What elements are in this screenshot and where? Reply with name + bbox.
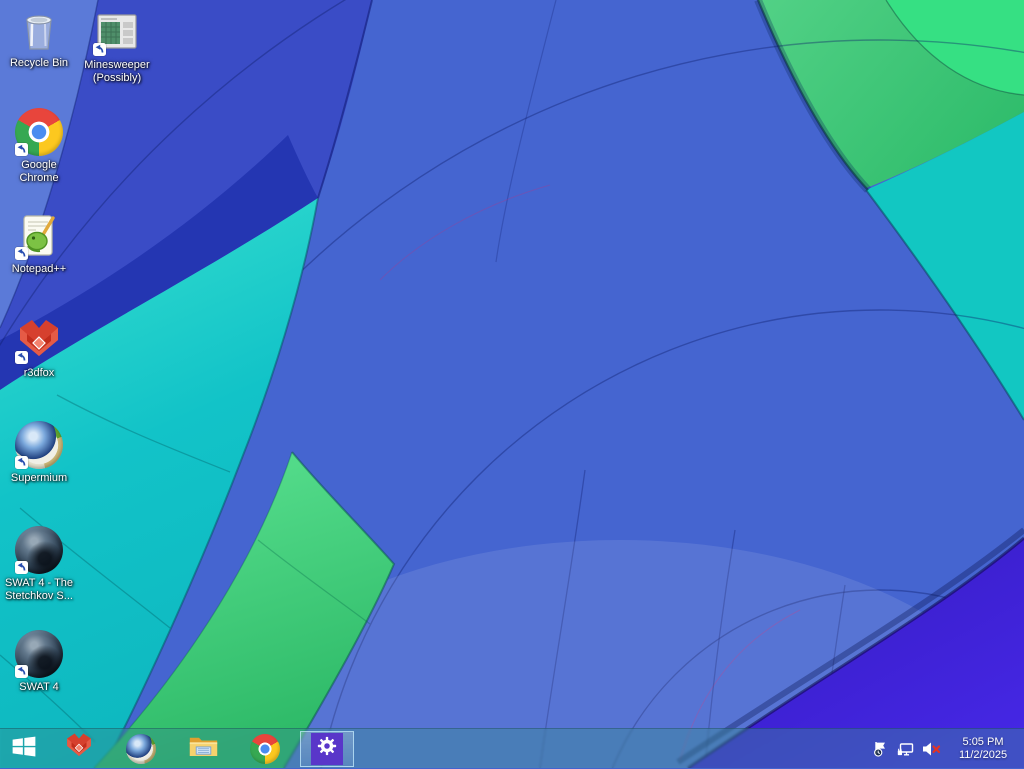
desktop-icon-google-chrome[interactable]: Google Chrome (0, 108, 78, 185)
desktop-icon-recycle-bin[interactable]: Recycle Bin (0, 6, 78, 70)
swat4-stetchkov-icon (15, 526, 63, 574)
supermium-icon (15, 421, 63, 469)
gear-icon (316, 735, 338, 762)
network-icon[interactable] (896, 738, 916, 760)
desktop-icon-label: SWAT 4 - The Stetchkov S... (4, 577, 74, 602)
windows-desktop: { "desktop": { "icons": [ {"name": "recy… (0, 0, 1024, 768)
taskbar-supermium-button[interactable] (110, 729, 172, 769)
wallpaper-balloon-photo (0, 0, 1024, 768)
shortcut-arrow-icon (15, 247, 28, 260)
shortcut-arrow-icon (15, 456, 28, 469)
shortcut-arrow-icon (15, 351, 28, 364)
desktop-icon-label: r3dfox (23, 367, 55, 379)
taskbar-settings-button[interactable] (300, 730, 354, 767)
desktop-icon-minesweeper[interactable]: Minesweeper (Possibly) (78, 8, 156, 85)
desktop-icon-label: SWAT 4 (19, 681, 59, 693)
r3dfox-icon (15, 316, 63, 364)
taskbar-clock[interactable]: 5:05 PM 11/2/2025 (946, 736, 1016, 762)
windows-logo-icon (11, 735, 37, 763)
notepad-plus-plus-icon (15, 212, 63, 260)
desktop-icon-label: Notepad++ (11, 263, 67, 275)
desktop-icon-supermium[interactable]: Supermium (0, 421, 78, 485)
clock-date: 11/2/2025 (958, 748, 1008, 761)
taskbar: 5:05 PM 11/2/2025 (0, 728, 1024, 768)
chrome-icon (15, 108, 63, 156)
desktop-icon-notepad-plus-plus[interactable]: Notepad++ (0, 212, 78, 276)
start-button[interactable] (0, 729, 48, 769)
taskbar-file-explorer-button[interactable] (172, 729, 234, 769)
recycle-bin-icon (15, 6, 63, 54)
desktop-icon-label: Google Chrome (19, 159, 59, 184)
settings-tile (311, 732, 343, 765)
shortcut-arrow-icon (93, 43, 106, 56)
taskbar-chrome-button[interactable] (234, 729, 296, 769)
supermium-icon (126, 733, 156, 764)
volume-muted-icon[interactable] (921, 738, 941, 760)
desktop-icon-label: Recycle Bin (9, 57, 69, 69)
shortcut-arrow-icon (15, 665, 28, 678)
file-explorer-icon (188, 732, 219, 765)
desktop-icon-swat4-stetchkov[interactable]: SWAT 4 - The Stetchkov S... (0, 526, 78, 603)
shortcut-arrow-icon (15, 561, 28, 574)
system-tray: 5:05 PM 11/2/2025 (871, 729, 1024, 769)
taskbar-r3dfox-button[interactable] (48, 729, 110, 769)
swat4-icon (15, 630, 63, 678)
shortcut-arrow-icon (15, 143, 28, 156)
clock-time: 5:05 PM (962, 735, 1004, 748)
desktop-icon-label: Minesweeper (Possibly) (84, 59, 150, 84)
desktop-icon-label: Supermium (10, 472, 68, 484)
desktop-icon-r3dfox[interactable]: r3dfox (0, 316, 78, 380)
r3dfox-icon (64, 731, 94, 766)
desktop-icon-swat4[interactable]: SWAT 4 (0, 630, 78, 694)
minesweeper-icon (93, 8, 141, 56)
action-center-flag-icon[interactable] (871, 738, 891, 760)
chrome-icon (250, 733, 280, 764)
